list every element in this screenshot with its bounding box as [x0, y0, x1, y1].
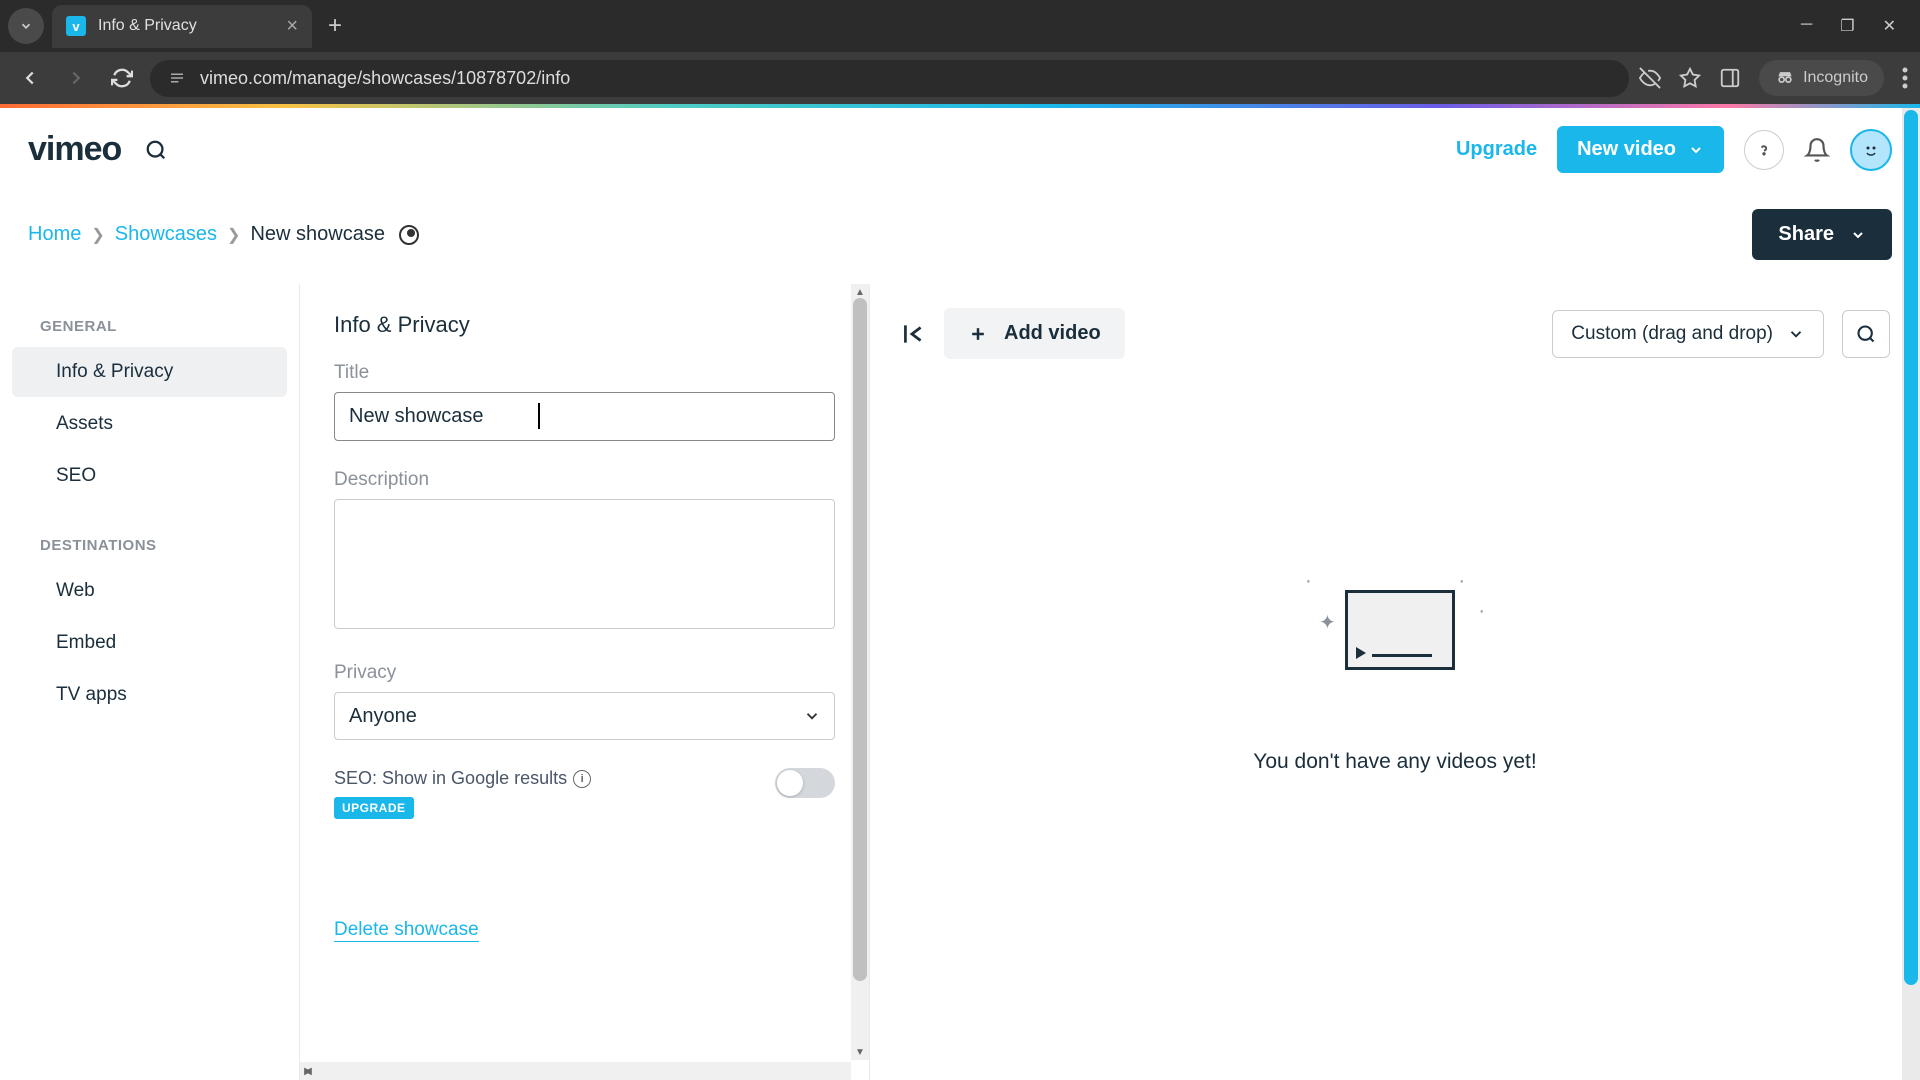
- privacy-status-icon[interactable]: [399, 225, 419, 245]
- help-button[interactable]: [1744, 130, 1784, 170]
- empty-state-graphic: · ✦ · ✦ ·: [1295, 570, 1495, 690]
- info-icon[interactable]: i: [573, 770, 591, 788]
- back-button[interactable]: [12, 60, 48, 96]
- panel-title: Info & Privacy: [334, 312, 835, 338]
- side-panel-icon[interactable]: [1719, 67, 1741, 89]
- upgrade-link[interactable]: Upgrade: [1456, 138, 1537, 161]
- search-icon[interactable]: [145, 139, 167, 161]
- title-label: Title: [334, 362, 835, 384]
- add-video-button[interactable]: Add video: [944, 308, 1125, 359]
- toggle-knob: [777, 770, 803, 796]
- sidebar-item-tv-apps[interactable]: TV apps: [12, 670, 287, 720]
- chevron-down-icon: [1787, 325, 1805, 343]
- maximize-button[interactable]: ❐: [1840, 16, 1854, 36]
- site-header: vimeo Upgrade New video: [0, 108, 1920, 191]
- description-label: Description: [334, 469, 835, 491]
- bell-icon[interactable]: [1804, 137, 1830, 163]
- reload-icon: [111, 67, 133, 89]
- seo-toggle-label: SEO: Show in Google results i: [334, 768, 591, 789]
- sidebar-item-assets[interactable]: Assets: [12, 399, 287, 449]
- sidebar-item-info-privacy[interactable]: Info & Privacy: [12, 347, 287, 397]
- browser-tab-bar: v Info & Privacy × + ─ ❐ ✕: [0, 0, 1920, 52]
- vimeo-logo[interactable]: vimeo: [28, 130, 121, 169]
- user-avatar[interactable]: [1850, 129, 1892, 171]
- scroll-down-icon: ▼: [851, 1044, 869, 1060]
- minimize-button[interactable]: ─: [1801, 16, 1812, 36]
- chevron-down-icon: [1850, 227, 1866, 243]
- scroll-thumb[interactable]: [853, 298, 867, 981]
- sidebar-item-embed[interactable]: Embed: [12, 618, 287, 668]
- vertical-scrollbar[interactable]: ▲ ▼: [851, 284, 869, 1060]
- settings-sidebar: GENERAL Info & Privacy Assets SEO DESTIN…: [0, 284, 300, 1080]
- chevron-right-icon: ❯: [227, 225, 240, 245]
- incognito-icon: [1775, 68, 1795, 88]
- sidebar-item-seo[interactable]: SEO: [12, 451, 287, 501]
- help-icon: [1755, 141, 1773, 159]
- breadcrumb-current: New showcase: [250, 223, 385, 246]
- search-videos-button[interactable]: [1842, 310, 1890, 358]
- videos-panel: Add video Custom (drag and drop) · ✦ · ✦…: [870, 284, 1920, 1080]
- chevron-down-icon: [1688, 142, 1704, 158]
- browser-tab[interactable]: v Info & Privacy ×: [52, 5, 312, 48]
- address-bar: vimeo.com/manage/showcases/10878702/info…: [0, 52, 1920, 104]
- site-info-icon: [168, 69, 186, 87]
- forward-button[interactable]: [58, 60, 94, 96]
- url-input[interactable]: vimeo.com/manage/showcases/10878702/info: [150, 60, 1629, 97]
- page-scroll-thumb[interactable]: [1904, 110, 1918, 985]
- title-input[interactable]: [334, 392, 835, 441]
- add-video-label: Add video: [1004, 322, 1101, 345]
- page-scrollbar[interactable]: [1902, 108, 1920, 1080]
- upgrade-badge[interactable]: UPGRADE: [334, 797, 414, 819]
- chevron-down-icon: [19, 19, 33, 33]
- empty-state-text: You don't have any videos yet!: [1253, 750, 1536, 774]
- sort-select[interactable]: Custom (drag and drop): [1552, 310, 1824, 358]
- close-tab-button[interactable]: ×: [286, 15, 298, 38]
- sort-label: Custom (drag and drop): [1571, 323, 1773, 345]
- sidebar-header-general: GENERAL: [0, 308, 299, 345]
- horizontal-scrollbar[interactable]: ◀ ▶: [300, 1062, 851, 1080]
- scroll-right-icon: ▶: [300, 1062, 316, 1080]
- eye-off-icon[interactable]: [1639, 67, 1661, 89]
- vimeo-favicon: v: [66, 16, 86, 36]
- breadcrumb-showcases[interactable]: Showcases: [115, 223, 217, 246]
- plus-icon: [968, 324, 988, 344]
- tab-search-button[interactable]: [8, 8, 44, 44]
- empty-state: · ✦ · ✦ · You don't have any videos yet!: [870, 383, 1920, 1080]
- new-tab-button[interactable]: +: [312, 12, 358, 40]
- bookmark-star-icon[interactable]: [1679, 67, 1701, 89]
- tab-title: Info & Privacy: [98, 17, 274, 35]
- arrow-left-icon: [19, 67, 41, 89]
- privacy-select[interactable]: Anyone: [334, 692, 835, 740]
- arrow-right-icon: [65, 67, 87, 89]
- incognito-badge[interactable]: Incognito: [1759, 60, 1884, 96]
- share-button[interactable]: Share: [1752, 209, 1892, 260]
- reload-button[interactable]: [104, 60, 140, 96]
- close-window-button[interactable]: ✕: [1883, 16, 1896, 36]
- incognito-label: Incognito: [1803, 69, 1868, 87]
- share-label: Share: [1778, 223, 1834, 246]
- seo-toggle[interactable]: [775, 768, 835, 798]
- sidebar-item-web[interactable]: Web: [12, 566, 287, 616]
- collapse-panel-icon[interactable]: [900, 321, 926, 347]
- menu-icon[interactable]: [1902, 67, 1908, 89]
- description-input[interactable]: [334, 499, 835, 629]
- url-text: vimeo.com/manage/showcases/10878702/info: [200, 68, 570, 89]
- breadcrumb: Home ❯ Showcases ❯ New showcase Share: [0, 191, 1920, 284]
- delete-showcase-link[interactable]: Delete showcase: [334, 919, 479, 942]
- chevron-right-icon: ❯: [91, 225, 104, 245]
- info-privacy-panel: Info & Privacy Title Description Privacy…: [300, 284, 870, 1080]
- sidebar-header-destinations: DESTINATIONS: [0, 527, 299, 564]
- new-video-button[interactable]: New video: [1557, 126, 1724, 173]
- breadcrumb-home[interactable]: Home: [28, 223, 81, 246]
- face-icon: [1859, 138, 1883, 162]
- new-video-label: New video: [1577, 138, 1676, 161]
- privacy-label: Privacy: [334, 662, 835, 684]
- text-cursor: [538, 403, 540, 429]
- search-icon: [1856, 324, 1876, 344]
